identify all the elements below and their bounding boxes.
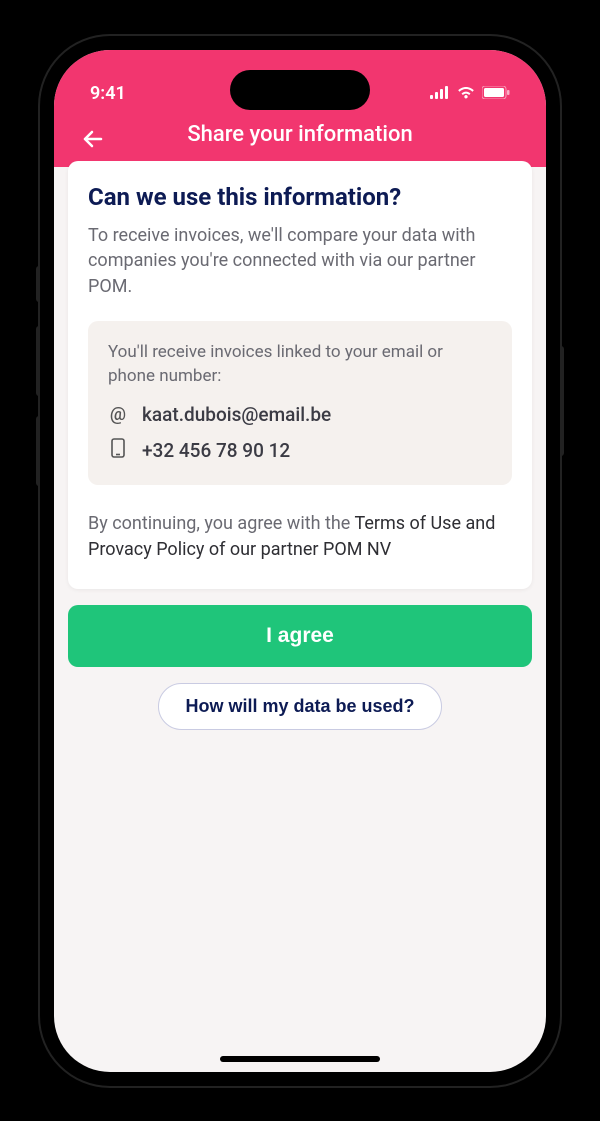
battery-icon: [482, 83, 510, 104]
card-description: To receive invoices, we'll compare your …: [88, 223, 512, 300]
cellular-icon: [430, 83, 450, 104]
info-box-text: You'll receive invoices linked to your e…: [108, 341, 492, 389]
email-row: @ kaat.dubois@email.be: [108, 403, 492, 426]
data-usage-button[interactable]: How will my data be used?: [158, 683, 441, 730]
info-box: You'll receive invoices linked to your e…: [88, 321, 512, 485]
home-indicator: [220, 1056, 380, 1062]
side-button: [36, 416, 40, 486]
screen: 9:41 Share your informatio: [54, 50, 546, 1072]
side-button: [36, 326, 40, 396]
agree-button[interactable]: I agree: [68, 605, 532, 667]
side-button: [36, 266, 40, 302]
consent-text: By continuing, you agree with the Terms …: [88, 511, 512, 563]
phone-row: +32 456 78 90 12: [108, 438, 492, 463]
phone-value: +32 456 78 90 12: [142, 439, 290, 462]
status-icons: [430, 83, 510, 104]
notch: [230, 70, 370, 110]
back-button[interactable]: [78, 124, 108, 154]
phone-icon: [108, 438, 128, 463]
side-button: [560, 346, 564, 456]
card-heading: Can we use this information?: [88, 183, 512, 211]
secondary-row: How will my data be used?: [68, 683, 532, 730]
status-time: 9:41: [90, 83, 126, 104]
email-value: kaat.dubois@email.be: [142, 403, 331, 426]
phone-frame: 9:41 Share your informatio: [40, 36, 560, 1086]
consent-card: Can we use this information? To receive …: [68, 161, 532, 589]
wifi-icon: [456, 83, 476, 104]
nav-bar: Share your information: [54, 106, 546, 147]
email-icon: @: [108, 404, 128, 425]
content-area: Can we use this information? To receive …: [54, 161, 546, 1066]
consent-prefix: By continuing, you agree with the: [88, 513, 354, 534]
page-title: Share your information: [187, 122, 412, 147]
